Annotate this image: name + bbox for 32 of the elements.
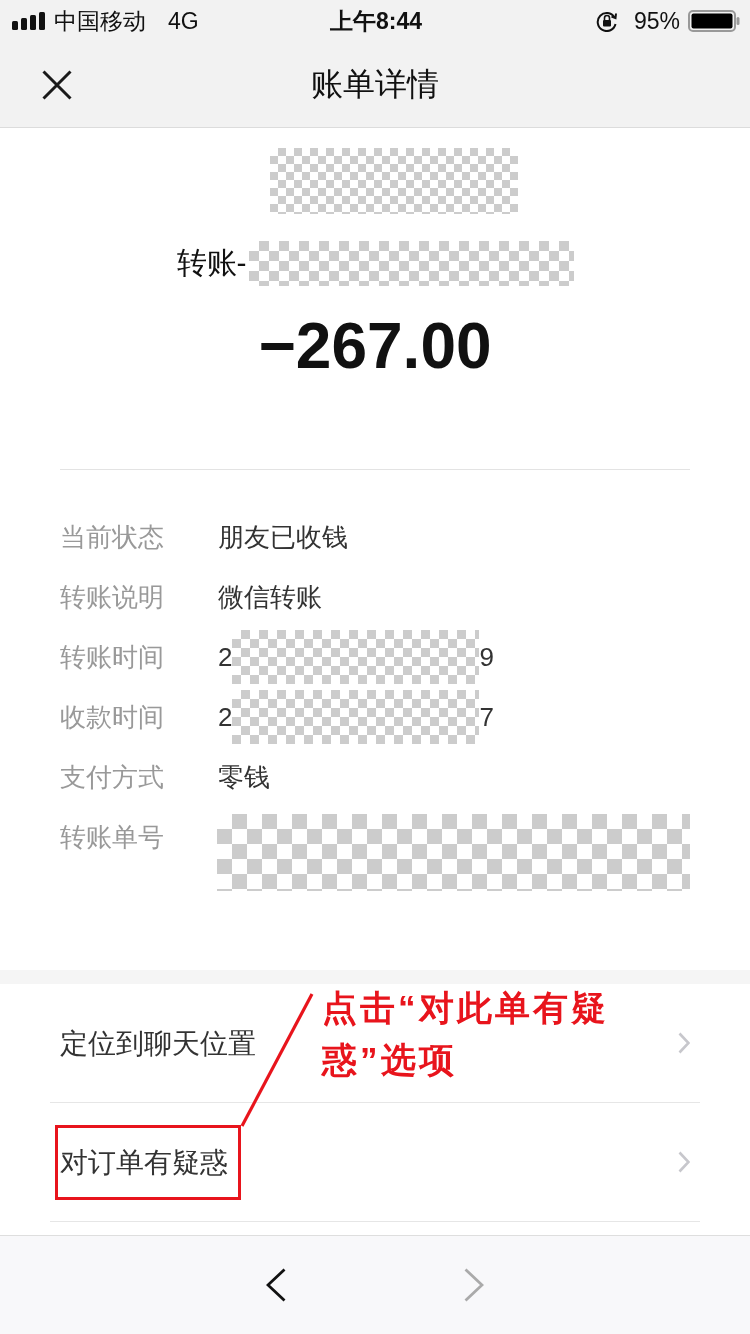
detail-label: 转账时间	[60, 641, 165, 674]
detail-value: 零钱	[218, 761, 270, 794]
close-button[interactable]	[42, 69, 72, 100]
detail-label: 支付方式	[60, 761, 165, 794]
detail-label: 转账说明	[60, 581, 165, 614]
amount-text: −267.00	[258, 310, 492, 382]
detail-value: 微信转账	[218, 581, 322, 614]
signal-icon	[12, 12, 46, 30]
detail-label: 转账单号	[60, 821, 165, 854]
detail-label: 收款时间	[60, 701, 165, 734]
rotation-lock-icon	[595, 10, 618, 32]
chevron-right-icon	[678, 1151, 690, 1173]
detail-value: 7	[479, 701, 494, 734]
chevron-right-icon	[464, 1268, 484, 1302]
menu-item[interactable]: 对订单有疑惑	[60, 1145, 228, 1179]
detail-value: 朋友已收钱	[218, 521, 348, 554]
close-icon	[42, 69, 72, 100]
status-time: 上午8:44	[329, 6, 422, 36]
payee-text: 转账-	[176, 245, 247, 281]
detail-value: 2	[218, 641, 233, 674]
page-title: 账单详情	[311, 64, 439, 104]
chevron-left-icon	[266, 1268, 286, 1302]
network-type: 4G	[168, 7, 199, 35]
chevron-right-icon	[678, 1032, 690, 1054]
detail-label: 当前状态	[60, 521, 165, 554]
carrier-name: 中国移动	[54, 6, 146, 36]
battery-icon	[688, 10, 740, 32]
battery-percent: 95%	[633, 7, 680, 35]
detail-value: 9	[479, 641, 494, 674]
annotation-text: 点击“对此单有疑惑”选项	[322, 987, 610, 1081]
menu-item[interactable]: 定位到聊天位置	[60, 1026, 256, 1060]
detail-value: 2	[218, 701, 233, 734]
